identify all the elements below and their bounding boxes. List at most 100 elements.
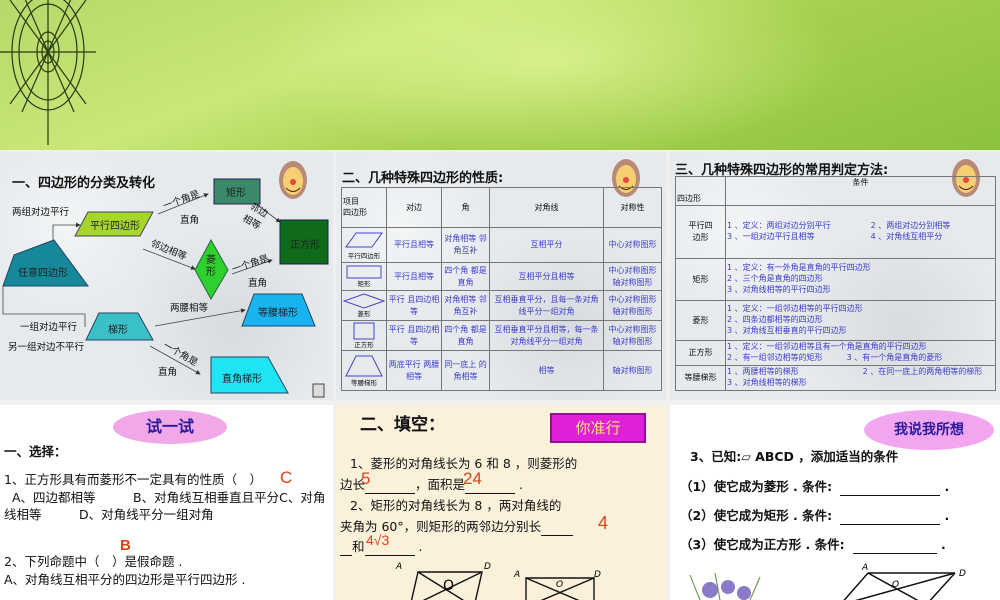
- properties-table: 项目 四边形 对边角对角线 对称性 平行四边形 平行且相等 对角相等 邻角互补 互相平分 中心…: [341, 187, 662, 391]
- condition: 3 、对角线互相垂直的平行四边形: [727, 325, 847, 335]
- cell: 互相垂直平分且相等，每一条对角线平分一组对角: [489, 320, 604, 351]
- panel-properties: 二、几种特殊四边形的性质: 项目 四边形 对边角对角线 对称性 平行四边形 平行且相等对…: [336, 152, 666, 400]
- question-2: 2、下列命题中（ ）是假命题 .: [4, 554, 183, 569]
- panel-classification: 一、四边形的分类及转化 矩形 正方形 平行四边形 任意四边形 菱形 等腰梯形 梯…: [0, 152, 333, 400]
- cell: 中心对称图形 轴对称图形: [603, 290, 662, 321]
- section-heading: 二、填空：: [360, 415, 445, 435]
- row-name: 等腰梯形: [675, 365, 726, 391]
- cell: 平行且相等: [386, 227, 442, 263]
- table-row: 菱形 平行 且四边相等 对角相等 邻角互补 互相垂直平分，且每一条对角线平分一组对角中…: [341, 290, 662, 321]
- cell: 中心对称图形 轴对称图形: [603, 320, 662, 351]
- cell: 平行 且四边相等: [386, 320, 442, 351]
- quadrilateral-shape: [2, 239, 89, 287]
- cell: 四个角 都是直角: [441, 262, 490, 291]
- parallelogram-label: 平行四边形: [90, 221, 140, 232]
- table-row: 等腰梯形 两底平行 两腰相等 同一底上 的角相等 相等 轴对称图形: [341, 350, 662, 391]
- row-name: 正方形: [354, 341, 374, 349]
- label-d: D: [959, 569, 966, 579]
- label: 直角: [180, 215, 200, 226]
- condition: 3 、对角线相等的平行四边形: [727, 284, 831, 294]
- row-name: 平行四边形: [675, 205, 726, 259]
- cell: 轴对称图形: [603, 350, 662, 391]
- quadrilateral-label: 任意四边形: [18, 268, 68, 279]
- header-cond: 条件: [725, 176, 996, 206]
- label: 直角: [248, 278, 268, 289]
- answer-b: B: [120, 537, 131, 554]
- header-angles: 角: [441, 187, 490, 228]
- right-trapezoid-label: 直角梯形: [222, 374, 262, 385]
- question-text: 1、正方形具有而菱形不一定具有的性质（ ）: [4, 472, 262, 487]
- header-diagonals: 对角线: [489, 187, 604, 228]
- label-o: O: [556, 580, 563, 590]
- condition-1: （1）使它成为菱形 . 条件: .: [680, 479, 950, 496]
- table-row: 平行四边形 1 、定义：两组对边分别平行 2 、两组对边分别相等 3 、一组对边平行…: [675, 205, 996, 259]
- cell: 平行且相等: [386, 262, 442, 291]
- text: （3）使它成为正方形 . 条件:: [680, 537, 845, 552]
- text: （2）使它成为矩形 . 条件:: [680, 508, 833, 523]
- parallelogram-figure: A D O: [843, 563, 966, 600]
- question-1-options: A、四边都相等 B、对角线互相垂直且平分C、对角线相等 D、对角线平分一组对角: [4, 490, 326, 522]
- label-a: A: [395, 562, 402, 572]
- answer-side-b: 4√3: [366, 532, 390, 548]
- my-thoughts-badge: 我说我所想: [864, 410, 994, 450]
- answer-side: 5: [361, 469, 371, 488]
- label-o: O: [443, 578, 454, 594]
- rectangle-icon: [346, 265, 382, 279]
- text: ，面积是: [415, 477, 466, 492]
- label: 一组对边平行: [20, 322, 78, 333]
- condition: 1 、两腰相等的梯形 2 、在同一底上的两角相等的梯形 3 、对角线相等的梯形: [725, 365, 1000, 391]
- panel-my-thoughts: 我说我所想 3、已知:▱ ABCD ，添加适当的条件 （1）使它成为菱形 . 条…: [670, 405, 1000, 600]
- trapezoid-label: 梯形: [108, 325, 128, 336]
- header-item: 项目: [343, 196, 359, 206]
- condition: 2 、三个角是直角的四边形: [727, 274, 823, 284]
- row-name: 等腰梯形: [351, 379, 377, 387]
- you-can-badge: 你准行: [550, 413, 646, 443]
- text: 和: [352, 539, 365, 554]
- cell: 互相垂直平分，且每一条对角线平分一组对角: [489, 290, 604, 321]
- try-it-badge: 试一试: [113, 410, 227, 444]
- rectangle-label: 矩形: [226, 188, 246, 199]
- label: 另一组对边不平行: [8, 342, 85, 353]
- header-quad: 四边形: [675, 176, 726, 206]
- row-name: 平行四边形: [347, 252, 381, 261]
- rhombus-icon: [342, 293, 386, 309]
- parallelogram-icon: [345, 232, 383, 247]
- panel-fill-blank: 二、填空： 你准行 1、菱形的对角线长为 6 和 8 ，则菱形的 边长 5 ，面积…: [336, 405, 666, 600]
- cell: 互相平分且相等: [489, 262, 604, 291]
- condition: 1 、定义：一组邻边相等且有一个角是直角的平行四边形: [727, 342, 927, 352]
- section-heading: 一、选择：: [4, 444, 67, 459]
- condition: 2 、四条边都相等的四边形: [727, 315, 823, 325]
- cell: 平行 且四边相等: [386, 290, 442, 321]
- label-o: O: [892, 580, 899, 590]
- cell: 四个角 都是直角: [441, 320, 490, 351]
- table-row: 平行四边形 平行且相等 对角相等 邻角互补 互相平分 中心对称图形: [341, 227, 662, 263]
- header-symmetry: 对称性: [603, 187, 662, 228]
- row-name: 正方形: [675, 340, 726, 366]
- cell: 中心对称图形 轴对称图形: [603, 262, 662, 291]
- trapezoid-icon: [345, 355, 383, 377]
- question-2-line: 2、矩形的对角线长为 8 ，两对角线的: [350, 498, 562, 513]
- geometry-figures: A D O A D O: [395, 562, 601, 600]
- condition-3: （3）使它成为正方形 . 条件: .: [680, 537, 946, 554]
- panel-criteria: 三、几种特殊四边形的常用判定方法: 四边形 条件 平行四边形 1 、定义：两组对边分…: [670, 152, 1000, 400]
- row-name: 菱形: [357, 310, 371, 318]
- cell: 互相平分: [489, 227, 604, 263]
- table-row: 正方形 平行 且四边相等 四个角 都是直角 互相垂直平分且相等，每一条对角线平分一组对…: [341, 320, 662, 351]
- cell: 对角相等 邻角互补: [441, 227, 490, 263]
- text: （1）使它成为菱形 . 条件:: [680, 479, 833, 494]
- answer-side-a: 4: [598, 513, 609, 533]
- question-3: 3、已知:▱ ABCD ，添加适当的条件: [690, 449, 899, 464]
- banner-image: [0, 0, 1000, 150]
- square-label: 正方形: [290, 240, 320, 251]
- ships-wheel-icon: [0, 0, 96, 145]
- condition: 3 、一组对边平行且相等 4 、对角线互相平分: [727, 232, 943, 241]
- question-1-blanks: 边长 5 ，面积是 24 .: [340, 469, 523, 494]
- label: 两腰相等: [170, 303, 209, 314]
- answer-area: 24: [463, 469, 482, 488]
- table-row: 矩形 平行且相等 四个角 都是直角 互相平分且相等 中心对称图形 轴对称图形: [341, 262, 662, 291]
- label-a: A: [513, 570, 520, 580]
- table-row: 菱形 1 、定义：一组邻边相等的平行四边形 2 、四条边都相等的四边形 3 、对角线互…: [675, 300, 996, 341]
- table-row: 等腰梯形 1 、两腰相等的梯形 2 、在同一底上的两角相等的梯形 3 、对角线相等…: [675, 365, 1000, 391]
- flower-image: [689, 572, 761, 600]
- table-row: 正方形 1 、定义：一组邻边相等且有一个角是直角的平行四边形 2 、有一组邻边相等的…: [675, 340, 996, 366]
